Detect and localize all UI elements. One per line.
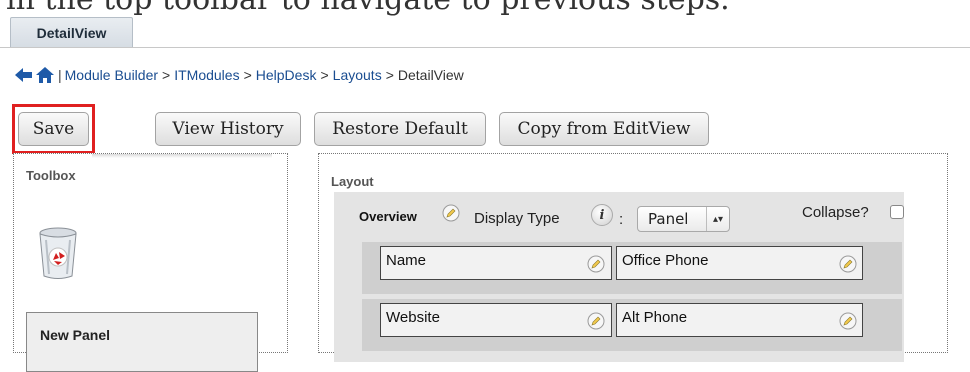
collapse-label: Collapse? [802, 204, 869, 221]
field-alt-phone[interactable]: Alt Phone [616, 303, 863, 337]
copy-from-editview-button[interactable]: Copy from EditView [499, 112, 709, 146]
toolbox-shadow [92, 154, 272, 158]
layout-row[interactable]: Website Alt Phone [362, 299, 902, 351]
breadcrumb-current: DetailView [397, 67, 464, 83]
breadcrumb-arrow: > [162, 67, 171, 83]
breadcrumb-arrow: > [320, 67, 329, 83]
trash-icon[interactable] [36, 226, 80, 280]
restore-default-button[interactable]: Restore Default [314, 112, 486, 146]
breadcrumb-item-module-builder[interactable]: Module Builder [65, 67, 158, 83]
select-stepper-icon: ▴▾ [706, 207, 729, 231]
toolbox-title: Toolbox [26, 168, 76, 183]
new-panel-label: New Panel [40, 327, 111, 343]
home-icon[interactable] [35, 66, 55, 84]
breadcrumb-arrow: > [385, 67, 394, 83]
field-website[interactable]: Website [380, 303, 612, 337]
breadcrumb-item-helpdesk[interactable]: HelpDesk [256, 67, 317, 83]
toolbox-panel: Toolbox New Panel [13, 153, 288, 372]
edit-field-icon[interactable] [839, 255, 857, 273]
caption-strip: in the top toolbar to navigate to previo… [0, 0, 970, 16]
overview-panel[interactable]: Overview Display Type i : Panel ▴▾ Colla… [334, 192, 904, 362]
tab-bar: DetailView [0, 17, 970, 48]
field-name[interactable]: Name [380, 246, 612, 280]
breadcrumb: | Module Builder > ITModules > HelpDesk … [14, 64, 464, 86]
field-office-phone[interactable]: Office Phone [616, 246, 863, 280]
tab-detailview[interactable]: DetailView [10, 17, 133, 47]
collapse-checkbox[interactable] [890, 205, 904, 219]
edit-field-icon[interactable] [839, 312, 857, 330]
breadcrumb-item-itmodules[interactable]: ITModules [174, 67, 239, 83]
field-label: Office Phone [622, 252, 709, 269]
display-type-select[interactable]: Panel ▴▾ [637, 206, 730, 232]
edit-panel-icon[interactable] [442, 204, 460, 222]
edit-field-icon[interactable] [587, 312, 605, 330]
layout-title: Layout [331, 174, 374, 189]
caption-text: in the top toolbar to navigate to previo… [6, 0, 730, 16]
new-panel-item[interactable]: New Panel [26, 312, 258, 372]
info-icon[interactable]: i [591, 204, 613, 226]
edit-field-icon[interactable] [587, 255, 605, 273]
field-label: Name [386, 252, 427, 269]
display-type-value: Panel [648, 210, 689, 228]
layout-row[interactable]: Name Office Phone [362, 242, 902, 294]
breadcrumb-item-layouts[interactable]: Layouts [333, 67, 382, 83]
breadcrumb-arrow: > [243, 67, 252, 83]
back-arrow-icon[interactable] [14, 66, 34, 84]
display-type-label: Display Type [474, 210, 560, 227]
overview-label: Overview [359, 209, 417, 224]
field-label: Alt Phone [622, 309, 688, 326]
display-type-colon: : [619, 211, 624, 228]
layout-panel: Layout Overview Display Type i : Panel ▴… [318, 153, 948, 362]
view-history-button[interactable]: View History [155, 112, 301, 146]
save-button[interactable]: Save [18, 112, 89, 146]
field-label: Website [386, 309, 440, 326]
breadcrumb-separator: | [58, 67, 62, 83]
